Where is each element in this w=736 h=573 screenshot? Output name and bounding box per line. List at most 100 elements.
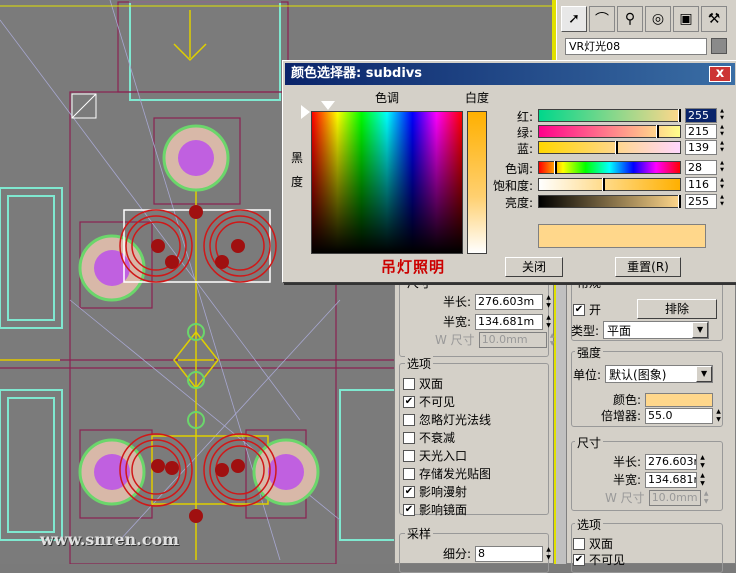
multiplier-input[interactable]: 55.0 xyxy=(645,407,714,424)
hierarchy-icon[interactable]: ⚲ xyxy=(617,6,643,32)
slider-knob[interactable] xyxy=(678,195,681,208)
slider-knob[interactable] xyxy=(615,141,618,154)
half-width-label: 半宽: xyxy=(443,315,472,329)
option-label: 不可见 xyxy=(419,395,456,409)
channel-value-input[interactable]: 116 xyxy=(685,177,717,192)
channel-slider[interactable] xyxy=(538,161,681,174)
w-size-label-right: W 尺寸 xyxy=(605,491,645,505)
slider-knob[interactable] xyxy=(554,161,557,174)
option-row[interactable]: 天光入口 xyxy=(403,447,467,464)
on-checkbox[interactable]: ✔ xyxy=(573,303,585,316)
option-checkbox[interactable] xyxy=(403,467,415,480)
half-length-label-right: 半长: xyxy=(613,455,642,469)
options-title-right: 选项 xyxy=(575,516,604,533)
channel-label: 红: xyxy=(516,110,533,124)
option-checkbox[interactable]: ✔ xyxy=(403,485,415,498)
channel-slider[interactable] xyxy=(538,125,681,138)
type-label: 类型: xyxy=(571,323,600,338)
hue-pointer-icon[interactable] xyxy=(321,101,335,110)
channel-label: 饱和度: xyxy=(492,179,533,193)
option-row[interactable]: ✔ 影响镜面 xyxy=(403,501,467,518)
channel-spinner[interactable]: ▲ ▼ xyxy=(718,124,726,139)
hammer-icon[interactable]: ⚒ xyxy=(701,6,727,32)
option-row[interactable]: 存储发光贴图 xyxy=(403,465,491,482)
close-button[interactable]: 关闭 xyxy=(505,257,563,277)
channel-slider[interactable] xyxy=(538,109,681,122)
multiplier-spinner[interactable]: ▲ ▼ xyxy=(714,408,723,424)
blackness-label-2: 度 xyxy=(291,175,304,189)
slider-knob[interactable] xyxy=(656,125,659,138)
pointer-icon[interactable]: ➚ xyxy=(561,6,587,32)
double-sided-checkbox-right[interactable] xyxy=(573,537,585,550)
chevron-down-icon[interactable]: ▼ xyxy=(696,366,713,382)
option-checkbox[interactable] xyxy=(403,431,415,444)
half-width-input[interactable]: 134.681m xyxy=(475,313,544,330)
light-color-swatch[interactable] xyxy=(645,392,714,407)
type-dropdown[interactable]: 平面 ▼ xyxy=(603,321,710,339)
half-width-spinner[interactable]: ▲ ▼ xyxy=(544,314,553,330)
chevron-down-icon[interactable]: ▼ xyxy=(692,322,709,338)
option-checkbox[interactable]: ✔ xyxy=(403,503,415,516)
dialog-title-bar[interactable]: 颜色选择器: subdivs x xyxy=(285,63,735,85)
invisible-label-right: 不可见 xyxy=(589,553,626,567)
channel-spinner[interactable]: ▲ ▼ xyxy=(718,108,726,123)
channel-value-input[interactable]: 139 xyxy=(685,140,717,155)
option-checkbox[interactable] xyxy=(403,449,415,462)
half-length-spinner-right[interactable]: ▲ ▼ xyxy=(698,454,707,470)
color-swatch-preview xyxy=(538,224,706,248)
channel-value-input[interactable]: 28 xyxy=(685,160,717,175)
channel-spinner[interactable]: ▲ ▼ xyxy=(718,160,726,175)
channel-spinner[interactable]: ▲ ▼ xyxy=(718,140,726,155)
subdiv-spinner[interactable]: ▲ ▼ xyxy=(544,546,553,562)
channel-spinner[interactable]: ▲ ▼ xyxy=(718,177,726,192)
option-row[interactable]: ✔ 影响漫射 xyxy=(403,483,467,500)
type-value: 平面 xyxy=(607,323,632,338)
slider-knob[interactable] xyxy=(678,109,681,122)
whiteness-bar[interactable] xyxy=(467,111,487,254)
option-checkbox[interactable]: ✔ xyxy=(403,395,415,408)
close-icon[interactable]: x xyxy=(709,66,731,82)
half-length-input[interactable]: 276.603m xyxy=(475,293,544,310)
motion-icon[interactable]: ◎ xyxy=(645,6,671,32)
channel-slider[interactable] xyxy=(538,178,681,191)
watermark-text: www.snren.com xyxy=(40,530,180,549)
option-label: 影响漫射 xyxy=(419,485,468,499)
option-row[interactable]: 不衰减 xyxy=(403,429,455,446)
channel-value-input[interactable]: 255 xyxy=(685,108,717,123)
option-checkbox[interactable] xyxy=(403,377,415,390)
multiplier-label: 倍增器: xyxy=(601,409,642,423)
subdiv-label: 细分: xyxy=(443,547,472,561)
half-length-spinner[interactable]: ▲ ▼ xyxy=(544,294,553,310)
curve-icon[interactable]: ⌒ xyxy=(589,6,615,32)
option-row[interactable]: 双面 xyxy=(403,375,443,392)
channel-value-input[interactable]: 255 xyxy=(685,194,717,209)
channel-spinner[interactable]: ▲ ▼ xyxy=(718,194,726,209)
exclude-button[interactable]: 排除 xyxy=(637,299,717,319)
object-color-swatch[interactable] xyxy=(711,38,727,54)
unit-dropdown[interactable]: 默认(图象) ▼ xyxy=(605,365,714,383)
channel-label: 蓝: xyxy=(516,142,533,156)
object-name-field[interactable]: VR灯光08 xyxy=(565,38,707,55)
channel-slider[interactable] xyxy=(538,195,681,208)
channel-slider[interactable] xyxy=(538,141,681,154)
channel-value-input[interactable]: 215 xyxy=(685,124,717,139)
slider-knob[interactable] xyxy=(602,178,605,191)
on-label: 开 xyxy=(589,303,602,317)
option-row[interactable]: 忽略灯光法线 xyxy=(403,411,491,428)
hue-blackness-field[interactable] xyxy=(311,111,463,254)
subdiv-input[interactable]: 8 xyxy=(475,545,544,562)
rollout-panel-right: 常规 ✔ 开 排除 类型: 平面 ▼ 强度 单位: 默认(图象) ▼ 颜色: 倍增器… xyxy=(566,270,736,573)
option-checkbox[interactable] xyxy=(403,413,415,426)
half-length-input-right[interactable]: 276.603m xyxy=(645,453,698,470)
color-picker-dialog: 颜色选择器: subdivs x 色调 白度 黑 度 吊灯照明 关闭 重置(R)… xyxy=(282,60,736,283)
blackness-pointer-icon[interactable] xyxy=(301,105,310,119)
half-width-spinner-right[interactable]: ▲ ▼ xyxy=(698,472,707,488)
option-label: 不衰减 xyxy=(419,431,456,445)
half-width-input-right[interactable]: 134.681m xyxy=(645,471,698,488)
channel-label: 绿: xyxy=(516,126,533,140)
rollout-scrollbar[interactable] xyxy=(556,284,566,564)
display-icon[interactable]: ▣ xyxy=(673,6,699,32)
reset-button[interactable]: 重置(R) xyxy=(615,257,681,277)
brand-watermark-text: 吊灯照明 xyxy=(381,258,446,276)
option-row[interactable]: ✔ 不可见 xyxy=(403,393,455,410)
